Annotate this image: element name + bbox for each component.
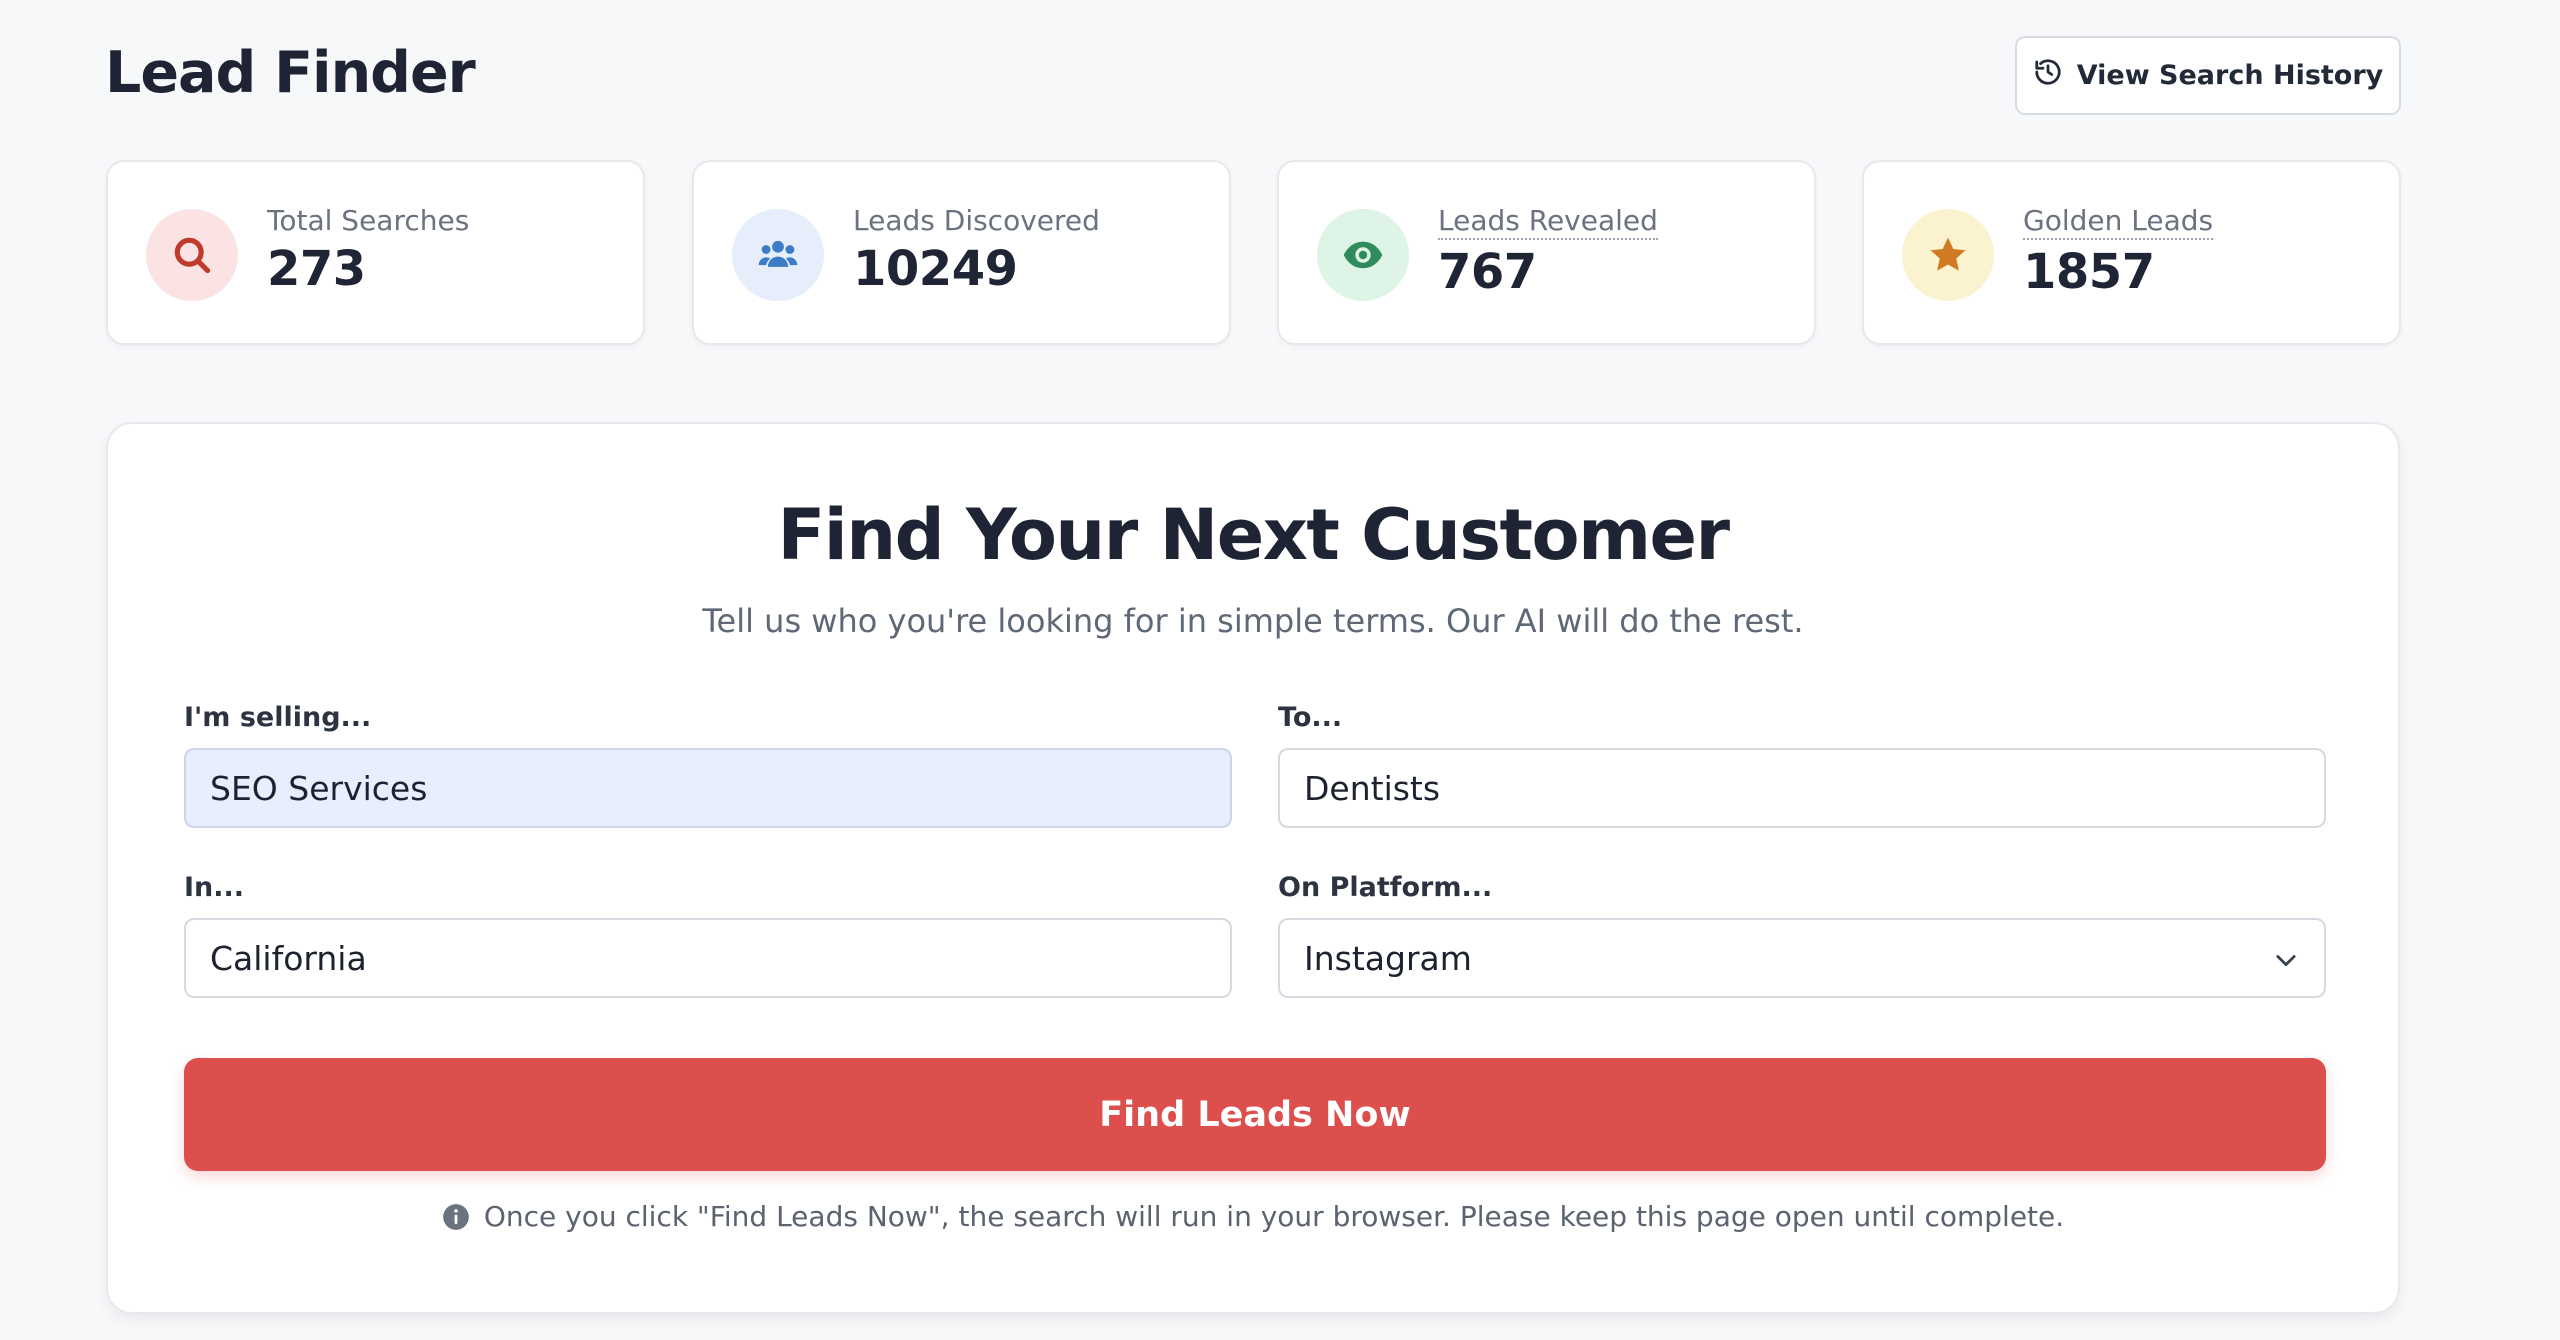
history-button-label: View Search History bbox=[2076, 60, 2384, 91]
in-field[interactable] bbox=[184, 918, 1232, 998]
platform-label: On Platform... bbox=[1278, 872, 1493, 903]
chevron-down-icon bbox=[2276, 955, 2296, 967]
platform-select[interactable]: Instagram bbox=[1278, 918, 2326, 998]
to-field[interactable] bbox=[1278, 748, 2326, 828]
find-leads-button[interactable]: Find Leads Now bbox=[184, 1058, 2326, 1171]
in-label: In... bbox=[184, 872, 245, 903]
search-card: Find Your Next Customer Tell us who you'… bbox=[106, 422, 2400, 1314]
info-note-text: Once you click "Find Leads Now", the sea… bbox=[483, 1200, 2065, 1233]
stat-value: 1857 bbox=[2023, 244, 2155, 300]
stat-label: Total Searches bbox=[267, 204, 470, 237]
in-input[interactable] bbox=[210, 938, 1206, 978]
stat-label: Leads Discovered bbox=[853, 204, 1100, 237]
stat-value: 767 bbox=[1438, 244, 1537, 300]
stat-value: 273 bbox=[267, 241, 366, 297]
stat-value: 10249 bbox=[853, 241, 1018, 297]
selling-label: I'm selling... bbox=[184, 702, 372, 733]
stat-card-leads-discovered: Leads Discovered 10249 bbox=[692, 160, 1231, 345]
page-title: Lead Finder bbox=[105, 40, 476, 106]
stat-card-golden-leads: Golden Leads 1857 bbox=[1862, 160, 2401, 345]
platform-selected-value: Instagram bbox=[1304, 938, 1472, 978]
history-icon bbox=[2033, 57, 2063, 94]
search-icon bbox=[146, 209, 238, 301]
users-icon bbox=[732, 209, 824, 301]
info-note: Once you click "Find Leads Now", the sea… bbox=[108, 1200, 2398, 1233]
stat-label[interactable]: Golden Leads bbox=[2023, 204, 2214, 240]
star-icon bbox=[1902, 209, 1994, 301]
stat-card-leads-revealed: Leads Revealed 767 bbox=[1277, 160, 1816, 345]
selling-field[interactable] bbox=[184, 748, 1232, 828]
lead-finder-page: Lead Finder View Search History Total Se… bbox=[0, 0, 2560, 1340]
to-label: To... bbox=[1278, 702, 1343, 733]
stat-card-total-searches: Total Searches 273 bbox=[106, 160, 645, 345]
hero-title: Find Your Next Customer bbox=[777, 494, 1730, 576]
hero-subtitle: Tell us who you're looking for in simple… bbox=[702, 602, 1804, 640]
view-search-history-button[interactable]: View Search History bbox=[2015, 36, 2401, 115]
selling-input[interactable] bbox=[210, 768, 1206, 808]
info-icon bbox=[442, 1203, 469, 1230]
eye-icon bbox=[1317, 209, 1409, 301]
stat-label[interactable]: Leads Revealed bbox=[1438, 204, 1658, 240]
to-input[interactable] bbox=[1304, 768, 2300, 808]
